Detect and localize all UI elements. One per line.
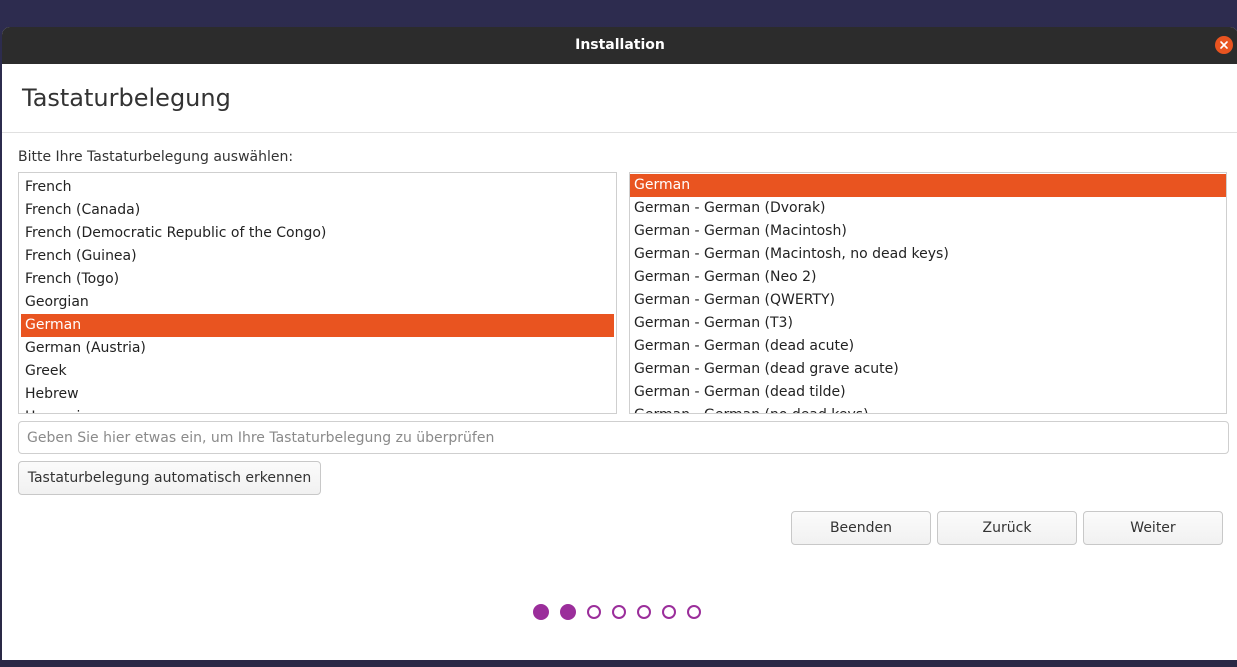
layout-list-item[interactable]: French (Democratic Republic of the Congo… [21,222,614,245]
variant-list-item[interactable]: German - German (Macintosh) [630,220,1226,243]
variant-list[interactable]: German German - German (Dvorak) German - G… [629,172,1227,414]
layout-list-item[interactable]: French (Togo) [21,268,614,291]
layout-list-item[interactable]: Hebrew [21,383,614,406]
layout-list-item[interactable]: Greek [21,360,614,383]
progress-dot-pending [637,605,651,619]
progress-dot-pending [587,605,601,619]
variant-list-item[interactable]: German - German (dead grave acute) [630,358,1226,381]
layout-list-items: French French (Canada) French (Democratic … [19,176,616,413]
quit-button[interactable]: Beenden [791,511,931,545]
layout-prompt: Bitte Ihre Tastaturbelegung auswählen: [18,149,294,165]
installer-window: Installation Tastaturbelegung Bitte Ihre… [2,27,1237,660]
window-title: Installation [575,37,665,53]
progress-dot-complete [533,604,549,620]
variant-list-items: German German - German (Dvorak) German - G… [630,174,1226,413]
keyboard-test-input[interactable] [18,421,1229,454]
close-icon [1220,41,1228,49]
page-title: Tastaturbelegung [22,84,231,112]
next-button[interactable]: Weiter [1083,511,1223,545]
layout-list-item[interactable]: French (Guinea) [21,245,614,268]
progress-dots [533,604,712,620]
variant-list-item[interactable]: German - German (dead acute) [630,335,1226,358]
variant-list-item[interactable]: German - German (Macintosh, no dead keys… [630,243,1226,266]
variant-list-item[interactable]: German - German (T3) [630,312,1226,335]
progress-dot-pending [687,605,701,619]
progress-dot-pending [662,605,676,619]
progress-dot-pending [612,605,626,619]
layout-list-item[interactable]: Georgian [21,291,614,314]
close-button[interactable] [1215,36,1233,54]
layout-list-item[interactable]: German [21,314,614,337]
variant-list-item[interactable]: German [630,174,1226,197]
layout-list-item[interactable]: French [21,176,614,199]
page-header: Tastaturbelegung [2,64,1237,133]
variant-list-item[interactable]: German - German (dead tilde) [630,381,1226,404]
titlebar[interactable]: Installation [2,27,1237,64]
variant-list-item[interactable]: German - German (Neo 2) [630,266,1226,289]
progress-dot-complete [560,604,576,620]
layout-list-item[interactable]: Hungarian [21,406,614,413]
detect-layout-button[interactable]: Tastaturbelegung automatisch erkennen [18,461,321,495]
layout-list-item[interactable]: German (Austria) [21,337,614,360]
variant-list-item[interactable]: German - German (no dead keys) [630,404,1226,413]
layout-list[interactable]: French French (Canada) French (Democratic … [18,172,617,414]
back-button[interactable]: Zurück [937,511,1077,545]
variant-list-item[interactable]: German - German (Dvorak) [630,197,1226,220]
variant-list-item[interactable]: German - German (QWERTY) [630,289,1226,312]
layout-list-item[interactable]: French (Canada) [21,199,614,222]
